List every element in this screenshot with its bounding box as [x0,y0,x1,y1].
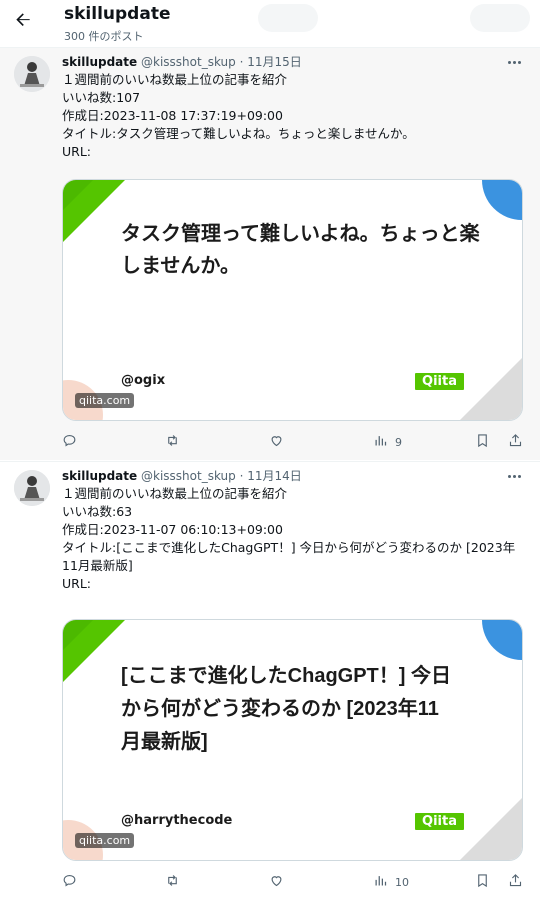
like-icon [269,433,284,451]
author-name[interactable]: skillupdate [62,469,137,483]
page-title: skillupdate [64,4,171,24]
tweet[interactable]: skillupdate @kissshot_skup · 11月15日 １週間前… [0,47,540,460]
share-button[interactable] [508,431,523,453]
retweet-button[interactable] [165,431,180,453]
header-backdrop-shape [470,4,530,32]
back-arrow-icon[interactable] [8,5,38,35]
bookmark-icon [475,873,490,891]
card-decor-shape [460,358,522,420]
profile-header: skillupdate 300 件のポスト [0,0,547,47]
share-icon [508,433,523,451]
retweet-icon [165,433,180,451]
tweet-line: URL: [62,144,92,159]
tweet-line: 作成日:2023-11-07 06:10:13+09:00 [62,522,283,537]
card-title: タスク管理って難しいよね。ちょっと楽しませんか。 [121,223,480,277]
author-handle[interactable]: @kissshot_skup [141,469,236,483]
qiita-logo: Qiita [415,813,464,830]
author-handle[interactable]: @kissshot_skup [141,55,236,69]
card-domain: qiita.com [75,393,135,408]
share-icon [508,873,523,891]
tweet-line: いいね数:63 [62,504,133,519]
like-icon [269,873,284,891]
bookmark-icon [475,433,490,451]
tweet-line: １週間前のいいね数最上位の記事を紹介 [62,486,288,501]
tweet-line: URL: [62,576,92,591]
tweet-line: タイトル:[ここまで進化したChagGPT！] 今日から何がどう変わるのか [2… [62,540,516,573]
author-name[interactable]: skillupdate [62,55,137,69]
header-backdrop-shape [258,4,318,32]
like-button[interactable] [269,431,284,453]
tweet-line: 作成日:2023-11-08 17:37:19+09:00 [62,108,283,123]
reply-icon [62,433,77,451]
more-icon[interactable] [502,52,526,72]
card-decor-shape [63,180,93,210]
card-decor-shape [482,180,522,220]
tweet[interactable]: skillupdate @kissshot_skup · 11月14日 １週間前… [0,461,540,901]
post-count: 300 件のポスト [64,30,144,43]
link-card[interactable]: [ここまで進化したChagGPT！] 今日から何がどう変わるのか [2023年1… [62,619,523,861]
avatar[interactable] [14,470,50,506]
tweet-date[interactable]: 11月14日 [247,469,302,483]
reply-icon [62,873,77,891]
views-count: 10 [395,875,409,889]
action-bar: 10 [62,871,528,893]
bookmark-button[interactable] [475,871,490,893]
more-icon[interactable] [502,466,526,486]
views-button[interactable]: 10 [373,871,409,893]
retweet-button[interactable] [165,871,180,893]
card-decor-shape [63,620,93,650]
reply-button[interactable] [62,871,77,893]
retweet-icon [165,873,180,891]
share-button[interactable] [508,871,523,893]
tweet-date[interactable]: 11月15日 [247,55,302,69]
tweet-line: タイトル:タスク管理って難しいよね。ちょっと楽しませんか。 [62,126,415,141]
action-bar: 9 [62,431,528,453]
meta-separator: · [239,469,244,483]
link-card[interactable]: タスク管理って難しいよね。ちょっと楽しませんか。 @ogix Qiita qii… [62,179,523,421]
views-icon [373,873,388,891]
bookmark-button[interactable] [475,431,490,453]
avatar[interactable] [14,56,50,92]
tweet-text: １週間前のいいね数最上位の記事を紹介 いいね数:107 作成日:2023-11-… [62,71,528,161]
card-author: @harrythecode [121,813,233,828]
card-title: [ここまで進化したChagGPT！] 今日から何がどう変わるのか [2023年1… [121,665,451,753]
tweet-meta: skillupdate @kissshot_skup · 11月15日 [62,53,302,70]
tweet-line: １週間前のいいね数最上位の記事を紹介 [62,72,288,87]
views-icon [373,433,388,451]
like-button[interactable] [269,871,284,893]
reply-button[interactable] [62,431,77,453]
tweet-text: １週間前のいいね数最上位の記事を紹介 いいね数:63 作成日:2023-11-0… [62,485,528,593]
card-author: @ogix [121,373,166,388]
card-domain: qiita.com [75,833,135,848]
card-decor-shape [482,620,522,660]
tweet-line: いいね数:107 [62,90,141,105]
tweet-meta: skillupdate @kissshot_skup · 11月14日 [62,467,302,484]
card-decor-shape [460,798,522,860]
views-button[interactable]: 9 [373,431,402,453]
qiita-logo: Qiita [415,373,464,390]
views-count: 9 [395,435,402,449]
meta-separator: · [239,55,244,69]
